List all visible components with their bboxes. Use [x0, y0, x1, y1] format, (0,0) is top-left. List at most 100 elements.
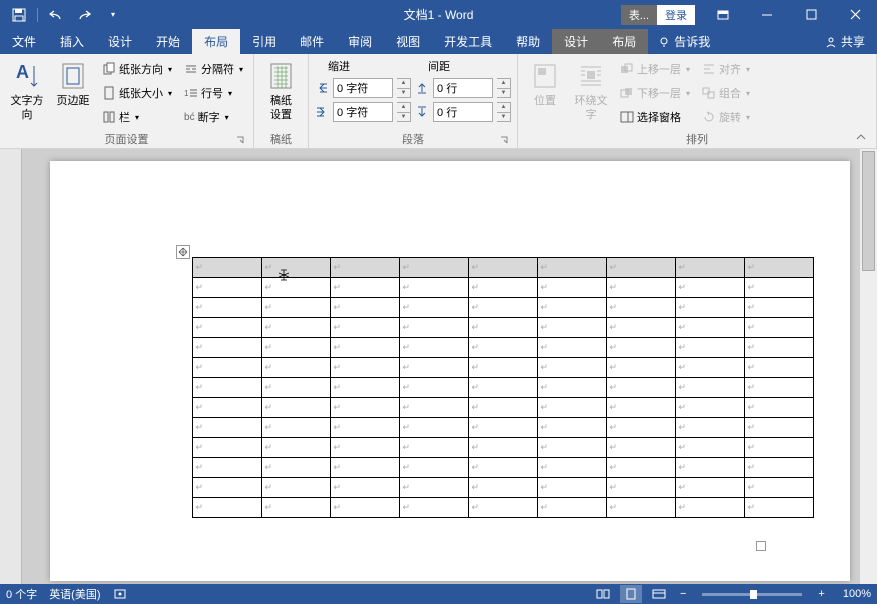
- table-cell[interactable]: ↵: [744, 358, 813, 378]
- maximize-button[interactable]: [789, 0, 833, 29]
- table-cell[interactable]: ↵: [675, 318, 744, 338]
- table-cell[interactable]: ↵: [192, 298, 261, 318]
- table-cell[interactable]: ↵: [537, 338, 606, 358]
- table-cell[interactable]: ↵: [399, 438, 468, 458]
- table-cell[interactable]: ↵: [261, 258, 330, 278]
- position-button[interactable]: 位置: [524, 58, 566, 131]
- tab-home[interactable]: 开始: [144, 29, 192, 54]
- spacing-after-spinner[interactable]: ▲▼: [497, 102, 511, 122]
- table-cell[interactable]: ↵: [330, 358, 399, 378]
- table-cell[interactable]: ↵: [399, 338, 468, 358]
- table-cell[interactable]: ↵: [192, 418, 261, 438]
- tab-view[interactable]: 视图: [384, 29, 432, 54]
- table-cell[interactable]: ↵: [399, 498, 468, 518]
- zoom-in-button[interactable]: +: [814, 588, 828, 600]
- indent-right-input[interactable]: 0 字符: [333, 102, 393, 122]
- paragraph-dialog-launcher[interactable]: [499, 135, 509, 145]
- wrap-text-button[interactable]: 环绕文字: [570, 58, 612, 131]
- table-cell[interactable]: ↵: [399, 258, 468, 278]
- line-numbers-button[interactable]: 1行号: [180, 82, 247, 104]
- collapse-ribbon-button[interactable]: [851, 130, 871, 144]
- table-cell[interactable]: ↵: [675, 418, 744, 438]
- page-setup-dialog-launcher[interactable]: [235, 135, 245, 145]
- table-cell[interactable]: ↵: [330, 318, 399, 338]
- table-cell[interactable]: ↵: [399, 278, 468, 298]
- table-cell[interactable]: ↵: [675, 498, 744, 518]
- table-cell[interactable]: ↵: [330, 338, 399, 358]
- spacing-before-input[interactable]: 0 行: [433, 78, 493, 98]
- table-cell[interactable]: ↵: [606, 478, 675, 498]
- table-cell[interactable]: ↵: [675, 338, 744, 358]
- table-cell[interactable]: ↵: [261, 358, 330, 378]
- table-cell[interactable]: ↵: [192, 378, 261, 398]
- table-cell[interactable]: ↵: [192, 498, 261, 518]
- bring-forward-button[interactable]: 上移一层: [616, 58, 694, 80]
- table-cell[interactable]: ↵: [192, 398, 261, 418]
- table-cell[interactable]: ↵: [330, 498, 399, 518]
- align-button[interactable]: 对齐: [698, 58, 754, 80]
- table-cell[interactable]: ↵: [744, 438, 813, 458]
- table-cell[interactable]: ↵: [744, 398, 813, 418]
- table-cell[interactable]: ↵: [744, 298, 813, 318]
- table-cell[interactable]: ↵: [399, 358, 468, 378]
- table-resize-handle[interactable]: [756, 541, 766, 551]
- table-cell[interactable]: ↵: [468, 398, 537, 418]
- table-cell[interactable]: ↵: [192, 478, 261, 498]
- table-cell[interactable]: ↵: [261, 338, 330, 358]
- table-cell[interactable]: ↵: [537, 478, 606, 498]
- table-cell[interactable]: ↵: [744, 338, 813, 358]
- selection-pane-button[interactable]: 选择窗格: [616, 106, 694, 128]
- table-cell[interactable]: ↵: [192, 318, 261, 338]
- table-cell[interactable]: ↵: [330, 398, 399, 418]
- tab-table-design[interactable]: 设计: [552, 29, 600, 54]
- table-cell[interactable]: ↵: [330, 418, 399, 438]
- table-cell[interactable]: ↵: [468, 378, 537, 398]
- tab-layout[interactable]: 布局: [192, 29, 240, 54]
- table-cell[interactable]: ↵: [606, 398, 675, 418]
- zoom-level[interactable]: 100%: [843, 588, 871, 600]
- table-cell[interactable]: ↵: [744, 318, 813, 338]
- web-layout-button[interactable]: [648, 585, 670, 603]
- indent-left-spinner[interactable]: ▲▼: [397, 78, 411, 98]
- vertical-ruler[interactable]: [0, 149, 22, 584]
- table-cell[interactable]: ↵: [675, 358, 744, 378]
- table-cell[interactable]: ↵: [468, 498, 537, 518]
- table-cell[interactable]: ↵: [192, 278, 261, 298]
- table-cell[interactable]: ↵: [675, 478, 744, 498]
- table-cell[interactable]: ↵: [744, 418, 813, 438]
- zoom-slider[interactable]: [702, 593, 802, 596]
- table-cell[interactable]: ↵: [606, 278, 675, 298]
- table-cell[interactable]: ↵: [537, 278, 606, 298]
- table-cell[interactable]: ↵: [744, 478, 813, 498]
- scrollbar-thumb[interactable]: [862, 151, 875, 271]
- table-cell[interactable]: ↵: [606, 318, 675, 338]
- table-cell[interactable]: ↵: [468, 478, 537, 498]
- indent-right-spinner[interactable]: ▲▼: [397, 102, 411, 122]
- table-cell[interactable]: ↵: [261, 378, 330, 398]
- table-cell[interactable]: ↵: [330, 438, 399, 458]
- table-cell[interactable]: ↵: [744, 498, 813, 518]
- table-cell[interactable]: ↵: [606, 338, 675, 358]
- table-cell[interactable]: ↵: [675, 458, 744, 478]
- share-button[interactable]: 共享: [813, 29, 877, 54]
- table-cell[interactable]: ↵: [468, 258, 537, 278]
- breaks-button[interactable]: 分隔符: [180, 58, 247, 80]
- undo-button[interactable]: [43, 3, 69, 27]
- vertical-scrollbar[interactable]: [860, 149, 877, 584]
- table-cell[interactable]: ↵: [330, 278, 399, 298]
- size-button[interactable]: 纸张大小: [98, 82, 176, 104]
- table-cell[interactable]: ↵: [744, 258, 813, 278]
- table-cell[interactable]: ↵: [192, 358, 261, 378]
- table-cell[interactable]: ↵: [468, 458, 537, 478]
- table-cell[interactable]: ↵: [675, 258, 744, 278]
- table-cell[interactable]: ↵: [675, 278, 744, 298]
- table-cell[interactable]: ↵: [537, 298, 606, 318]
- table-cell[interactable]: ↵: [468, 418, 537, 438]
- table-cell[interactable]: ↵: [330, 378, 399, 398]
- macro-status-icon[interactable]: [113, 588, 127, 600]
- table-cell[interactable]: ↵: [468, 438, 537, 458]
- redo-button[interactable]: [71, 3, 97, 27]
- table-cell[interactable]: ↵: [468, 298, 537, 318]
- table-cell[interactable]: ↵: [192, 258, 261, 278]
- spacing-after-input[interactable]: 0 行: [433, 102, 493, 122]
